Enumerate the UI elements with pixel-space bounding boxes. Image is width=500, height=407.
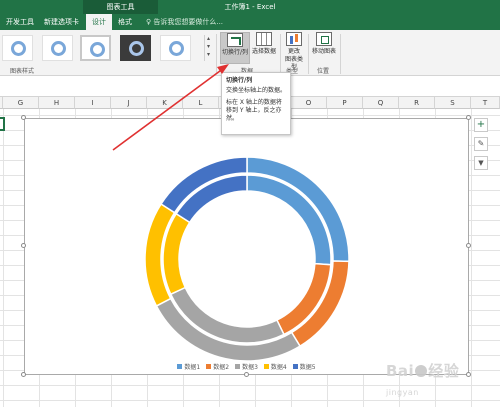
group-label-chart-styles: 图表样式	[10, 68, 35, 75]
switch-row-column-label: 切换行/列	[221, 49, 249, 56]
group-divider	[308, 34, 309, 74]
tooltip-text: 移到 Y 轴上，反之亦	[226, 107, 282, 114]
legend-swatch	[263, 364, 269, 369]
column-header[interactable]: Q	[363, 97, 399, 109]
tooltip-text: 然。	[226, 115, 239, 122]
column-header[interactable]: H	[39, 97, 75, 109]
chart-style-3[interactable]	[80, 35, 111, 61]
switch-row-column-tooltip: 切换行/列 交换坐标轴上的数据。 标在 X 轴上的数据将 移到 Y 轴上，反之亦…	[221, 72, 291, 135]
tab-new-tab[interactable]: 新建选项卡	[44, 14, 79, 30]
donut-thumb-icon	[51, 41, 66, 56]
column-header[interactable]: R	[399, 97, 435, 109]
gallery-scroll-icon[interactable]: ▴ ▾ ▾	[204, 35, 212, 61]
select-data-button[interactable]: 选择数据	[251, 32, 277, 64]
change-chart-type-label-1: 更改	[287, 48, 300, 55]
move-chart-button[interactable]: 移动图表	[310, 32, 338, 64]
chart-style-2[interactable]	[42, 35, 73, 61]
group-label-location: 位置	[317, 68, 330, 75]
legend-swatch	[292, 364, 298, 369]
legend-item[interactable]: 数据2	[206, 362, 229, 371]
tab-format[interactable]: 格式	[118, 14, 132, 30]
column-header[interactable]: S	[435, 97, 471, 109]
resize-handle[interactable]	[244, 372, 249, 377]
chart-area[interactable]: 图表标题 数据1数据2数据3数据4数据5	[24, 118, 469, 375]
group-divider	[216, 34, 217, 74]
column-header[interactable]: K	[147, 97, 183, 109]
watermark-text: 经验	[428, 362, 460, 380]
legend-swatch	[235, 364, 241, 369]
column-header[interactable]: I	[75, 97, 111, 109]
legend-item[interactable]: 数据1	[177, 362, 200, 371]
donut-chart[interactable]	[25, 119, 470, 376]
chart-elements-plus-icon[interactable]: +	[474, 118, 488, 132]
ribbon-tab-bar: 开发工具 新建选项卡 设计 格式 ♀ 告诉我您想要做什么...	[0, 14, 500, 30]
watermark-text: Bai	[386, 362, 415, 380]
legend-label: 数据1	[184, 364, 201, 371]
group-divider	[280, 34, 281, 74]
resize-handle[interactable]	[21, 372, 26, 377]
chart-tools-header: 图表工具	[83, 0, 158, 14]
column-header[interactable]: T	[471, 97, 500, 109]
resize-handle[interactable]	[21, 115, 26, 120]
column-header[interactable]: J	[111, 97, 147, 109]
switch-row-column-icon	[227, 33, 243, 47]
legend-item[interactable]: 数据3	[235, 362, 258, 371]
legend-item[interactable]: 数据5	[292, 362, 316, 371]
resize-handle[interactable]	[466, 372, 471, 377]
legend-swatch	[177, 364, 183, 369]
chart-style-4[interactable]	[120, 35, 151, 61]
resize-handle[interactable]	[466, 115, 471, 120]
column-header[interactable]: G	[3, 97, 39, 109]
select-data-label: 选择数据	[251, 48, 276, 55]
chart-filter-icon[interactable]: ▼	[474, 156, 488, 170]
baidu-jingyan-watermark: Bai 经验 jingyan	[386, 360, 459, 399]
legend-item[interactable]: 数据4	[263, 362, 287, 371]
paw-logo-icon	[415, 365, 428, 377]
switch-row-column-button[interactable]: 切换行/列	[220, 32, 250, 64]
legend-label: 数据3	[242, 364, 258, 371]
ribbon: ▴▾▾ 图表样式 切换行/列 选择数据 数据 更改 图表类型 类型 移动图表 位…	[0, 30, 500, 76]
legend-label: 数据5	[299, 364, 316, 371]
legend-label: 数据4	[270, 364, 287, 371]
tooltip-text: 标在 X 轴上的数据将	[226, 99, 282, 106]
chart-style-1[interactable]	[2, 35, 33, 61]
donut-thumb-icon	[90, 42, 105, 57]
select-data-icon	[256, 32, 272, 46]
donut-thumb-icon	[129, 41, 144, 56]
tell-me-text: ♀ 告诉我您想要做什么...	[146, 18, 224, 26]
tooltip-title: 切换行/列	[226, 77, 253, 84]
title-bar	[0, 0, 500, 14]
chart-styles-brush-icon[interactable]: ✎	[474, 137, 488, 151]
change-chart-type-button[interactable]: 更改 图表类型	[283, 32, 305, 71]
group-divider	[340, 34, 341, 74]
tell-me-search[interactable]: ♀ 告诉我您想要做什么...	[146, 14, 223, 30]
donut-thumb-icon	[11, 41, 26, 56]
chart-style-5[interactable]	[160, 35, 191, 61]
tab-design[interactable]: 设计	[86, 14, 112, 30]
column-header[interactable]: P	[327, 97, 363, 109]
legend-swatch	[206, 364, 212, 369]
change-chart-type-icon	[286, 32, 302, 46]
resize-handle[interactable]	[466, 243, 471, 248]
resize-handle[interactable]	[21, 243, 26, 248]
selected-cell	[0, 117, 5, 131]
column-header[interactable]: O	[291, 97, 327, 109]
tab-developer[interactable]: 开发工具	[6, 14, 34, 30]
watermark-subtext: jingyan	[386, 388, 419, 397]
column-header[interactable]: L	[183, 97, 219, 109]
donut-thumb-icon	[169, 41, 184, 56]
move-chart-label: 移动图表	[311, 48, 336, 55]
chart-styles-gallery: ▴ ▾ ▾	[0, 32, 212, 64]
legend-label: 数据2	[213, 364, 230, 371]
move-chart-icon	[316, 32, 332, 46]
tooltip-text: 交换坐标轴上的数据。	[226, 87, 287, 94]
